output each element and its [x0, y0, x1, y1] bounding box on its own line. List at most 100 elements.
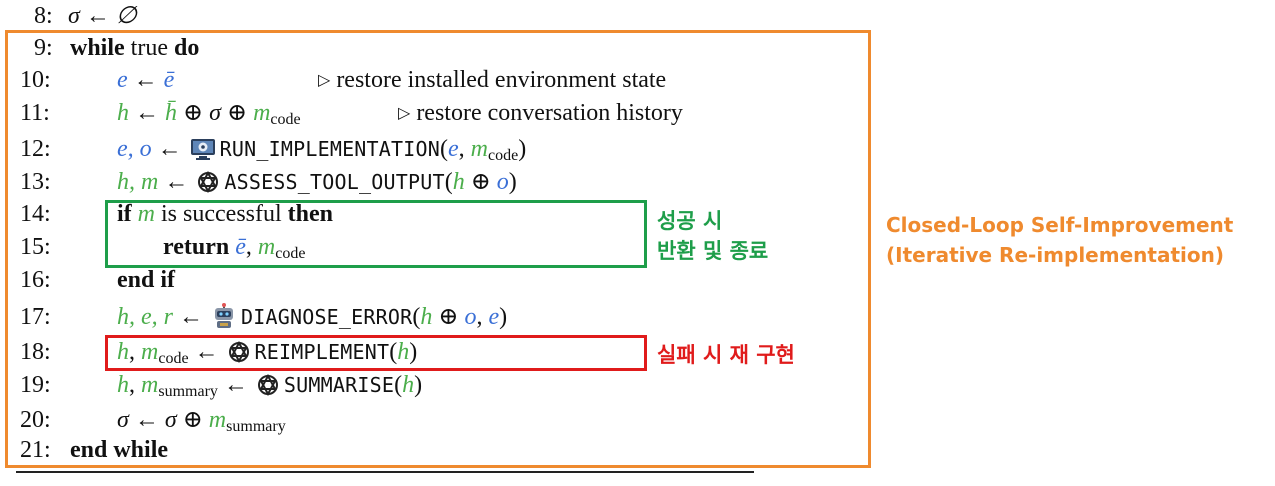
- var-h-bar: h̄: [165, 100, 177, 126]
- paren-close: ): [414, 372, 423, 398]
- func-summarise: SUMMARISE: [283, 373, 395, 397]
- line-number: 11:: [20, 100, 50, 126]
- comment-text: restore installed environment state: [336, 67, 667, 93]
- condition-text: is successful: [161, 201, 282, 227]
- arg-o: o: [464, 304, 477, 330]
- var-lhs: h, e, r: [117, 304, 173, 330]
- assign-arrow: ←: [223, 372, 248, 398]
- var-e: e: [117, 67, 128, 93]
- openai-knot-icon: [256, 373, 280, 407]
- var-m: m: [208, 407, 227, 433]
- var-m: m: [137, 201, 156, 227]
- paren-close: ): [518, 136, 527, 162]
- var-m: m: [141, 372, 159, 398]
- line-number: 18:: [20, 339, 51, 365]
- paren-close: ): [409, 339, 418, 365]
- condition-text: true: [130, 35, 168, 61]
- assign-arrow: ←: [179, 304, 203, 330]
- var-m: m: [257, 234, 276, 260]
- keyword-if: if: [117, 201, 132, 227]
- arg-o: o: [496, 169, 509, 195]
- var-sigma: σ: [164, 407, 177, 433]
- paren-open: (: [444, 169, 453, 195]
- var-e-bar: ē: [235, 234, 246, 260]
- subscript: summary: [158, 383, 218, 400]
- func-assess-tool-output: ASSESS_TOOL_OUTPUT: [224, 170, 445, 194]
- robot-icon: [211, 303, 237, 339]
- line-number: 14:: [20, 201, 51, 227]
- assign-arrow: ←: [134, 407, 159, 433]
- var-h: h: [117, 100, 129, 126]
- oplus-op: ⊕: [470, 169, 491, 195]
- keyword-end-if: end if: [117, 267, 176, 293]
- arg-h: h: [402, 372, 415, 398]
- assign-arrow: ←: [157, 136, 182, 162]
- line-number: 17:: [20, 304, 51, 330]
- assign-arrow: ←: [135, 100, 159, 126]
- func-reimplement: REIMPLEMENT: [254, 340, 390, 364]
- success-annotation: 성공 시 반환 및 종료: [657, 206, 768, 266]
- line-number: 21:: [20, 437, 51, 463]
- line-code: σ ← ∅: [68, 3, 137, 29]
- keyword-then: then: [287, 201, 334, 227]
- oplus-op: ⊕: [226, 100, 248, 126]
- subscript: summary: [226, 418, 286, 435]
- oplus-op: ⊕: [182, 407, 203, 433]
- paren-close: ): [508, 169, 517, 195]
- paren-open: (: [389, 339, 398, 365]
- arg-m: m: [470, 136, 488, 162]
- subscript: code: [275, 245, 306, 262]
- var-m: m: [253, 100, 271, 126]
- paren-open: (: [440, 136, 448, 162]
- line-number: 16:: [20, 267, 51, 293]
- var-e-bar: ē: [163, 67, 175, 93]
- paren-open: (: [394, 372, 403, 398]
- paren-close: ): [499, 304, 508, 330]
- var-m: m: [141, 339, 159, 365]
- subscript: code: [488, 147, 519, 164]
- line-number: 20:: [20, 407, 51, 433]
- sep: ,: [245, 234, 252, 260]
- comment-triangle-icon: ▷: [398, 105, 411, 122]
- var-lhs: h, m: [117, 169, 159, 195]
- keyword-end-while: end while: [70, 437, 169, 463]
- line-number: 19:: [20, 372, 51, 398]
- loop-title-line1: Closed-Loop Self-Improvement: [886, 213, 1234, 237]
- arg-e: e: [488, 304, 500, 330]
- sep: ,: [129, 339, 135, 365]
- line-number: 13:: [20, 169, 51, 195]
- arg-h: h: [420, 304, 433, 330]
- assign-arrow: ←: [194, 339, 219, 365]
- arg-h: h: [452, 169, 465, 195]
- oplus-op: ⊕: [438, 304, 459, 330]
- var-sigma: σ: [117, 407, 129, 433]
- arg-e: e: [448, 136, 459, 162]
- var-lhs: e, o: [117, 136, 152, 162]
- success-annotation-line1: 성공 시: [657, 209, 723, 233]
- assign-arrow: ←: [164, 169, 189, 195]
- line-number: 10:: [20, 67, 51, 93]
- line-number: 9:: [34, 35, 53, 61]
- keyword-while: while: [70, 35, 125, 61]
- assign-arrow: ←: [133, 67, 158, 93]
- arg-sep: ,: [458, 136, 465, 162]
- var-h: h: [117, 339, 129, 365]
- comment-triangle-icon: ▷: [318, 72, 331, 89]
- var-h: h: [117, 372, 129, 398]
- line-number: 8:: [34, 3, 53, 29]
- line-number: 15:: [20, 234, 51, 260]
- sep: ,: [129, 372, 135, 398]
- keyword-do: do: [173, 35, 200, 61]
- loop-title: Closed-Loop Self-Improvement (Iterative …: [886, 210, 1233, 270]
- arg-h: h: [397, 339, 410, 365]
- oplus-op: ⊕: [183, 100, 204, 126]
- arg-sep: ,: [476, 304, 483, 330]
- line-number: 12:: [20, 136, 51, 162]
- subscript: code: [158, 350, 189, 367]
- keyword-return: return: [163, 234, 230, 260]
- comment-text: restore conversation history: [416, 100, 683, 126]
- success-annotation-line2: 반환 및 종료: [657, 239, 769, 263]
- loop-title-line2: (Iterative Re-implementation): [886, 243, 1224, 267]
- bottom-rule: [16, 471, 754, 473]
- func-diagnose-error: DIAGNOSE_ERROR: [241, 305, 413, 329]
